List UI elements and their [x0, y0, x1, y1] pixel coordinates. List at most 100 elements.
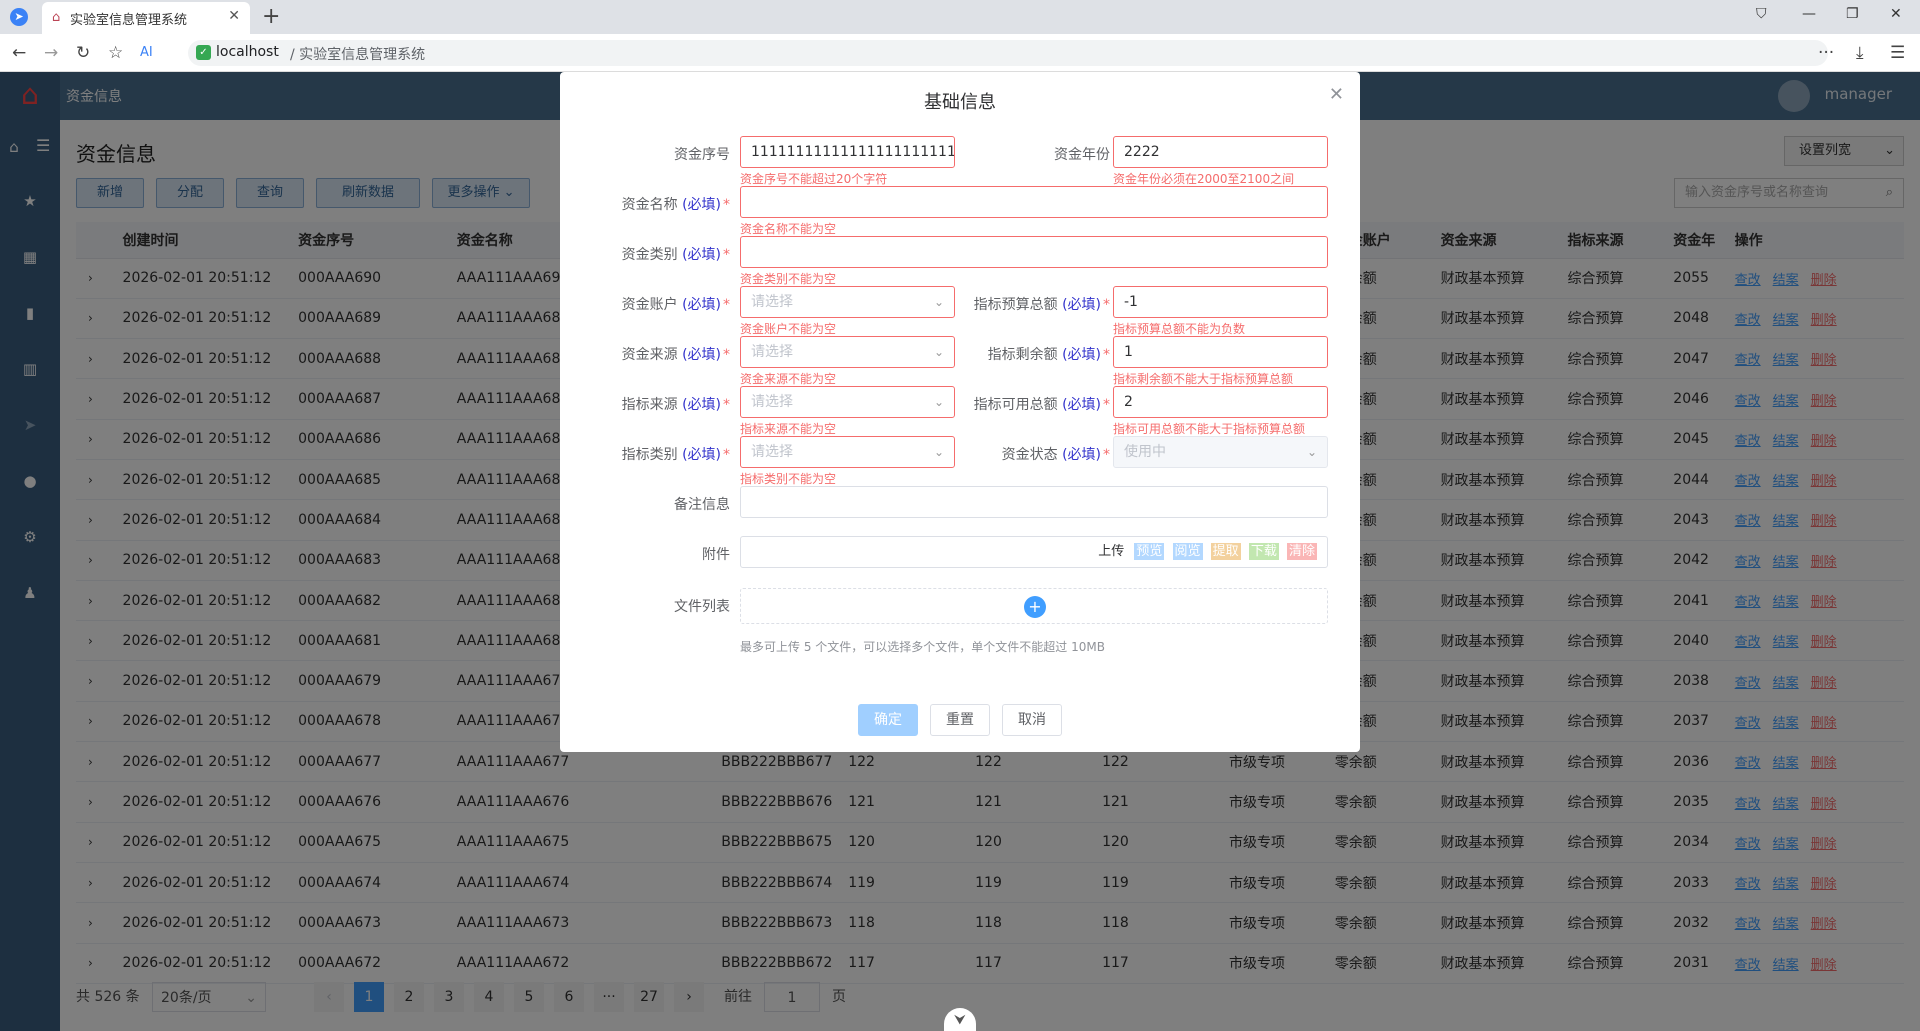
file-list-label: 文件列表	[674, 599, 730, 615]
budget-total-error: 指标预算总额不能为负数	[1113, 322, 1246, 336]
close-window-icon[interactable]: ✕	[1890, 6, 1902, 22]
reload-icon[interactable]: ↻	[76, 43, 90, 63]
browser-logo-icon[interactable]: ➤	[10, 8, 28, 26]
select-placeholder: 请选择	[751, 444, 793, 460]
fund-account-label-text: 资金账户	[621, 297, 678, 313]
required-star: *	[1103, 297, 1110, 313]
status-label-text: 资金状态	[1001, 447, 1058, 463]
add-file-icon[interactable]: +	[1024, 596, 1046, 618]
budget-total-label-text: 指标预算总额	[973, 297, 1058, 313]
browser-tab[interactable]: ⌂ 实验室信息管理系统 ✕	[42, 2, 250, 34]
required-mark: (必填)	[1062, 447, 1101, 463]
required-star: *	[1103, 347, 1110, 363]
dialog-title: 基础信息	[924, 92, 996, 113]
address-bar: ← → ↻ ☆ AI ✓ localhost / 实验室信息管理系统 ··· ⤓…	[0, 34, 1920, 72]
index-type-label-text: 指标类别	[621, 447, 678, 463]
attachment-field: 上传 预览 阅览 提取 下载 清除	[740, 536, 1328, 568]
index-type-select[interactable]: 请选择 ⌄	[740, 436, 955, 468]
index-type-label: 指标类别 (必填) *	[560, 444, 730, 464]
file-list-dropzone[interactable]: +	[740, 588, 1328, 624]
fund-source-error: 资金来源不能为空	[740, 372, 837, 386]
available-input[interactable]: 2	[1113, 386, 1328, 418]
required-star: *	[1103, 447, 1110, 463]
required-mark: (必填)	[1062, 397, 1101, 413]
bookmark-star-icon[interactable]: ☆	[108, 43, 123, 63]
download-button[interactable]: 下载	[1248, 543, 1279, 560]
status-value: 使用中	[1124, 444, 1166, 460]
fund-type-input[interactable]	[740, 236, 1328, 268]
required-mark: (必填)	[1062, 297, 1101, 313]
required-star: *	[723, 247, 730, 263]
menu-icon[interactable]: ☰	[1890, 43, 1905, 63]
required-star: *	[1103, 397, 1110, 413]
fund-name-error: 资金名称不能为空	[740, 222, 837, 236]
more-icon[interactable]: ···	[1818, 43, 1834, 63]
select-placeholder: 请选择	[751, 394, 793, 410]
close-icon[interactable]: ✕	[1329, 84, 1344, 105]
attachment-label: 附件	[702, 547, 730, 563]
back-icon[interactable]: ←	[12, 43, 26, 63]
reset-button[interactable]: 重置	[930, 704, 990, 736]
basic-info-dialog: 基础信息 ✕ 资金序号 1111111111111111111111111111…	[560, 72, 1360, 752]
index-source-label: 指标来源 (必填) *	[560, 394, 730, 414]
fund-no-error: 资金序号不能超过20个字符	[740, 172, 888, 186]
fund-year-input[interactable]: 2222	[1113, 136, 1328, 168]
pin-icon[interactable]: ⛉	[1756, 6, 1767, 22]
required-mark: (必填)	[682, 447, 721, 463]
budget-total-input[interactable]: -1	[1113, 286, 1328, 318]
status-label: 资金状态 (必填) *	[930, 444, 1110, 464]
status-select: 使用中 ⌄	[1113, 436, 1328, 468]
index-source-error: 指标来源不能为空	[740, 422, 837, 436]
extract-button[interactable]: 提取	[1210, 543, 1241, 560]
fund-year-error: 资金年份必须在2000至2100之间	[1113, 172, 1295, 186]
read-button[interactable]: 阅览	[1172, 543, 1203, 560]
remark-input[interactable]	[740, 486, 1328, 518]
fund-type-label: 资金类别 (必填) *	[560, 244, 730, 264]
fund-year-label-text: 资金年份	[1054, 147, 1110, 163]
required-mark: (必填)	[682, 397, 721, 413]
required-mark: (必填)	[682, 297, 721, 313]
required-mark: (必填)	[1062, 347, 1101, 363]
required-star: *	[723, 297, 730, 313]
index-type-error: 指标类别不能为空	[740, 472, 837, 486]
index-source-label-text: 指标来源	[621, 397, 678, 413]
attachment-buttons: 上传 预览 阅览 提取 下载 清除	[1098, 537, 1317, 567]
preview-button[interactable]: 预览	[1134, 543, 1165, 560]
restore-icon[interactable]: ❐	[1846, 6, 1859, 22]
select-placeholder: 请选择	[751, 344, 793, 360]
fund-name-input[interactable]	[740, 186, 1328, 218]
minimize-icon[interactable]: —	[1802, 6, 1816, 22]
close-icon[interactable]: ✕	[228, 8, 240, 24]
fund-account-select[interactable]: 请选择 ⌄	[740, 286, 955, 318]
remain-label-text: 指标剩余额	[987, 347, 1058, 363]
available-error: 指标可用总额不能大于指标预算总额	[1113, 422, 1306, 436]
index-source-select[interactable]: 请选择 ⌄	[740, 386, 955, 418]
new-tab-icon[interactable]: +	[262, 4, 280, 29]
confirm-button[interactable]: 确定	[858, 704, 918, 736]
ai-icon[interactable]: AI	[140, 45, 153, 60]
fund-name-label: 资金名称 (必填) *	[560, 194, 730, 214]
browser-tabbar: ➤ ⌂ 实验室信息管理系统 ✕ + ⛉ — ❐ ✕	[0, 0, 1920, 34]
shield-icon: ✓	[196, 45, 211, 60]
fund-no-input[interactable]: 11111111111111111111111111111	[740, 136, 955, 168]
url-host: localhost	[216, 44, 279, 60]
fund-no-label-text: 资金序号	[674, 147, 730, 163]
forward-icon[interactable]: →	[44, 43, 58, 63]
required-mark: (必填)	[682, 347, 721, 363]
tab-title: 实验室信息管理系统	[70, 13, 188, 28]
fund-source-select[interactable]: 请选择 ⌄	[740, 336, 955, 368]
fund-type-label-text: 资金类别	[621, 247, 678, 263]
cancel-button[interactable]: 取消	[1002, 704, 1062, 736]
remain-input[interactable]: 1	[1113, 336, 1328, 368]
url-field[interactable]: ✓ localhost / 实验室信息管理系统	[188, 40, 1828, 66]
upload-button[interactable]: 上传	[1098, 544, 1124, 559]
required-mark: (必填)	[682, 247, 721, 263]
available-label: 指标可用总额 (必填) *	[930, 394, 1110, 414]
required-star: *	[723, 197, 730, 213]
download-icon[interactable]: ⤓	[1856, 43, 1864, 63]
fund-year-label: 资金年份	[930, 144, 1110, 164]
url-path: / 实验室信息管理系统	[290, 47, 426, 63]
fund-account-label: 资金账户 (必填) *	[560, 294, 730, 314]
fund-source-label: 资金来源 (必填) *	[560, 344, 730, 364]
clear-button[interactable]: 清除	[1286, 543, 1317, 560]
